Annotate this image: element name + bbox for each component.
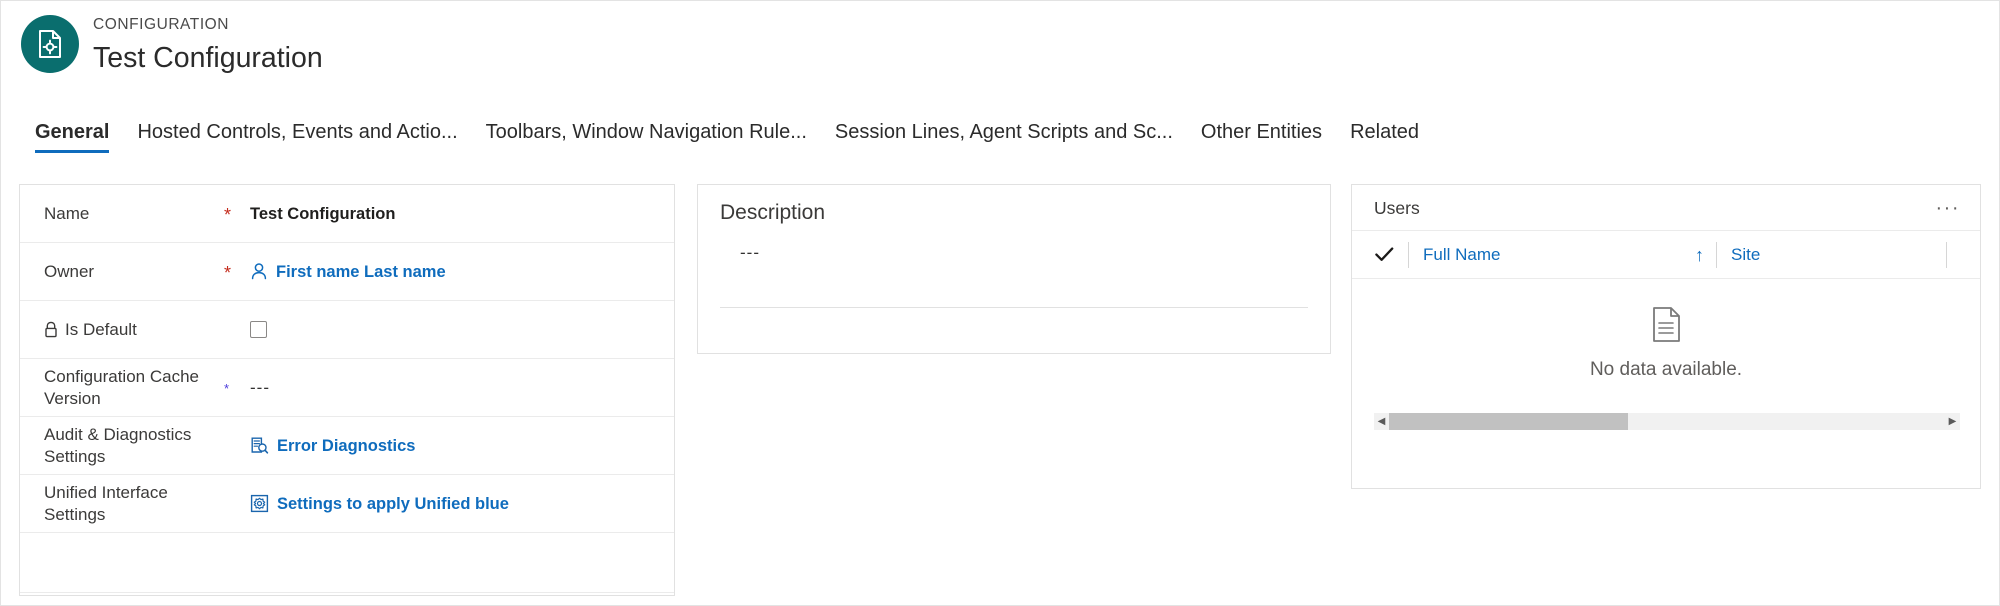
column-divider — [1946, 241, 1947, 268]
field-value-name[interactable]: Test Configuration — [250, 203, 652, 225]
required-marker-name: * — [224, 204, 232, 225]
unified-interface-settings-link[interactable]: Settings to apply Unified blue — [277, 493, 509, 515]
users-grid-header: Full Name ↑ Site — [1352, 231, 1980, 279]
column-header-site[interactable]: Site — [1716, 241, 1946, 268]
required-marker-cache-version: * — [224, 380, 230, 396]
document-lines-icon — [1651, 306, 1682, 348]
scrollbar-thumb[interactable] — [1389, 413, 1629, 430]
general-form-panel: Name * Test Configuration Owner * First … — [19, 184, 675, 596]
field-row-audit-diagnostics: Audit & Diagnostics Settings Error Diagn… — [20, 417, 674, 475]
required-marker-is-default — [224, 329, 250, 331]
empty-state-message: No data available. — [1589, 359, 1743, 380]
field-value-is-default — [250, 321, 652, 338]
tab-hosted-controls[interactable]: Hosted Controls, Events and Actio... — [123, 113, 471, 157]
field-value-unified-interface[interactable]: Settings to apply Unified blue — [250, 493, 652, 515]
tab-toolbars[interactable]: Toolbars, Window Navigation Rule... — [472, 113, 821, 157]
description-label: Description — [720, 201, 826, 224]
users-panel-title: Users — [1374, 197, 1420, 218]
scroll-left-arrow-icon[interactable]: ◀ — [1374, 416, 1389, 427]
field-row-owner: Owner * First name Last name — [20, 243, 674, 301]
required-marker-owner: * — [224, 262, 232, 283]
field-label-is-default: Is Default — [44, 319, 224, 341]
sort-ascending-icon[interactable]: ↑ — [1695, 246, 1704, 264]
field-label-owner: Owner — [44, 261, 95, 281]
document-gear-icon — [21, 15, 79, 73]
page-title: Test Configuration — [93, 42, 323, 74]
field-label-cache-version: Configuration Cache Version — [44, 366, 199, 408]
field-row-cache-version: Configuration Cache Version * --- — [20, 359, 674, 417]
tab-related[interactable]: Related — [1336, 113, 1433, 157]
configuration-form-page: CONFIGURATION Test Configuration General… — [0, 0, 2000, 606]
scrollbar-track[interactable] — [1389, 413, 1945, 430]
person-icon — [250, 262, 268, 281]
document-search-icon — [250, 436, 269, 455]
lock-icon — [44, 321, 58, 338]
field-value-audit-diagnostics[interactable]: Error Diagnostics — [250, 435, 652, 457]
field-label-name: Name — [44, 203, 90, 223]
scroll-right-arrow-icon[interactable]: ▶ — [1945, 416, 1960, 427]
page-header: CONFIGURATION Test Configuration — [1, 1, 2000, 113]
description-value[interactable]: --- — [740, 243, 760, 263]
field-value-cache-version[interactable]: --- — [250, 377, 652, 399]
users-empty-state: No data available. — [1352, 279, 1980, 409]
more-options-icon[interactable]: ··· — [1936, 198, 1960, 218]
field-row-name: Name * Test Configuration — [20, 185, 674, 243]
field-row-is-default: Is Default — [20, 301, 674, 359]
required-marker-unified-interface — [224, 503, 250, 505]
column-header-full-name[interactable]: Full Name ↑ — [1408, 241, 1716, 268]
is-default-checkbox[interactable] — [250, 321, 267, 338]
field-value-owner[interactable]: First name Last name — [250, 261, 652, 283]
tab-bar: General Hosted Controls, Events and Acti… — [1, 113, 2000, 165]
field-label-unified-interface: Unified Interface Settings — [44, 482, 168, 524]
description-panel: Description --- — [697, 184, 1331, 354]
users-horizontal-scrollbar[interactable]: ◀ ▶ — [1374, 413, 1960, 430]
owner-link[interactable]: First name Last name — [276, 261, 446, 283]
entity-type-label: CONFIGURATION — [93, 16, 230, 33]
tab-other-entities[interactable]: Other Entities — [1187, 113, 1336, 157]
users-panel-header: Users ··· — [1352, 185, 1980, 231]
select-all-checkmark-icon[interactable] — [1374, 246, 1408, 263]
error-diagnostics-link[interactable]: Error Diagnostics — [277, 435, 415, 457]
users-subgrid-panel: Users ··· Full Name ↑ Site No data avail… — [1351, 184, 1981, 489]
description-divider — [720, 307, 1308, 308]
tab-general[interactable]: General — [21, 113, 123, 157]
page-header-text: CONFIGURATION Test Configuration — [93, 15, 323, 77]
field-row-unified-interface: Unified Interface Settings Settings to a… — [20, 475, 674, 533]
field-label-audit-diagnostics: Audit & Diagnostics Settings — [44, 424, 192, 466]
required-marker-audit-diagnostics — [224, 445, 250, 447]
gear-square-icon — [250, 494, 269, 513]
tab-session-lines[interactable]: Session Lines, Agent Scripts and Sc... — [821, 113, 1187, 157]
form-empty-space — [20, 533, 674, 593]
